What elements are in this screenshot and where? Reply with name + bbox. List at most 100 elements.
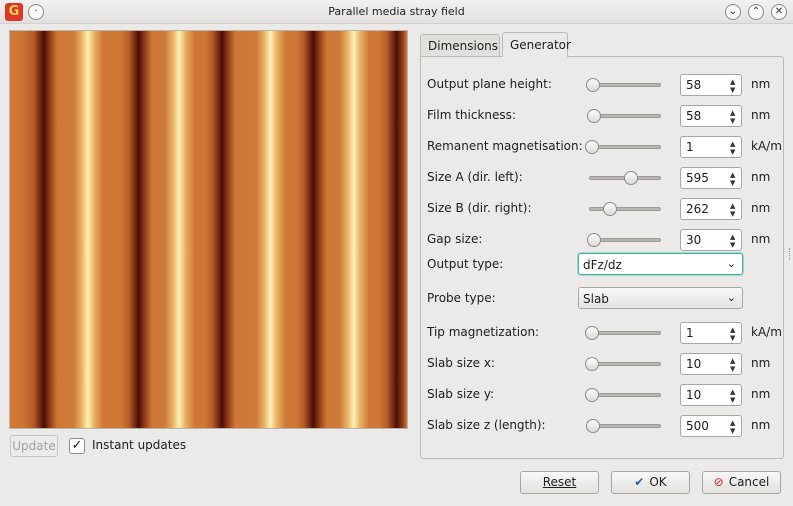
remanent-magnetisation-spinbox[interactable]: 1 ▲ ▼ (680, 136, 742, 158)
output-plane-height-value[interactable]: 58 (686, 78, 701, 92)
cancel-button[interactable]: ⊘ Cancel (702, 471, 781, 494)
remanent-magnetisation-label: Remanent magnetisation: (427, 139, 583, 153)
spin-up-icon[interactable]: ▲ (730, 171, 738, 179)
slab-size-y-slider[interactable] (589, 393, 661, 397)
spin-down-icon[interactable]: ▼ (730, 148, 738, 156)
output-type-value: dFz/dz (583, 258, 622, 272)
spin-up-icon[interactable]: ▲ (730, 357, 738, 365)
film-thickness-unit: nm (751, 108, 771, 122)
remanent-magnetisation-unit: kA/m (751, 139, 782, 153)
gap-size-label: Gap size: (427, 232, 483, 246)
tip-magnetization-spinbox[interactable]: 1 ▲ ▼ (680, 322, 742, 344)
output-plane-height-spinbox[interactable]: 58 ▲ ▼ (680, 74, 742, 96)
minimize-button[interactable]: ⌄ (725, 4, 741, 20)
slab-size-z-slider[interactable] (589, 424, 661, 428)
slab-size-x-unit: nm (751, 356, 771, 370)
remanent-magnetisation-value[interactable]: 1 (686, 140, 694, 154)
remanent-magnetisation-slider-handle[interactable] (585, 140, 599, 154)
generator-panel: Output plane height: 58 ▲ ▼ nm Film thickness… (420, 56, 784, 459)
spin-down-icon[interactable]: ▼ (730, 179, 738, 187)
tip-magnetization-label: Tip magnetization: (427, 325, 540, 339)
probe-type-value: Slab (583, 292, 609, 306)
spin-down-icon[interactable]: ▼ (730, 365, 738, 373)
spin-up-icon[interactable]: ▲ (730, 326, 738, 334)
size-a-slider-handle[interactable] (623, 171, 638, 185)
slab-size-z-value[interactable]: 500 (686, 419, 709, 433)
film-thickness-spinbox[interactable]: 58 ▲ ▼ (680, 105, 742, 127)
chevron-down-icon: ⌄ (726, 291, 736, 304)
spin-down-icon[interactable]: ▼ (730, 210, 738, 218)
preview-image (9, 30, 408, 429)
film-thickness-label: Film thickness: (427, 108, 516, 122)
tab-generator[interactable]: Generator (502, 32, 571, 57)
output-plane-height-label: Output plane height: (427, 77, 552, 91)
slab-size-y-slider-handle[interactable] (585, 388, 599, 402)
spin-down-icon[interactable]: ▼ (730, 117, 738, 125)
reset-button[interactable]: Reset (520, 471, 599, 494)
chevron-down-icon: ⌄ (726, 257, 736, 270)
slab-size-z-label: Slab size z (length): (427, 418, 546, 432)
slab-size-z-slider-handle[interactable] (585, 419, 600, 433)
window-title: Parallel media stray field (328, 5, 465, 18)
spin-up-icon[interactable]: ▲ (730, 109, 738, 117)
title-bar: G · Parallel media stray field ⌄ ⌃ ✕ (0, 0, 793, 24)
film-thickness-slider-handle[interactable] (586, 109, 601, 123)
spin-up-icon[interactable]: ▲ (730, 388, 738, 396)
size-a-value[interactable]: 595 (686, 171, 709, 185)
tip-magnetization-value[interactable]: 1 (686, 326, 694, 340)
update-button[interactable]: Update (10, 435, 58, 457)
gap-size-spinbox[interactable]: 30 ▲ ▼ (680, 229, 742, 251)
slab-size-y-spinbox[interactable]: 10 ▲ ▼ (680, 384, 742, 406)
size-b-slider-handle[interactable] (603, 202, 618, 216)
gap-size-value[interactable]: 30 (686, 233, 701, 247)
slab-size-x-spinbox[interactable]: 10 ▲ ▼ (680, 353, 742, 375)
spin-up-icon[interactable]: ▲ (730, 233, 738, 241)
gap-size-slider-handle[interactable] (586, 233, 601, 247)
instant-updates-checkbox[interactable]: ✓ (69, 438, 85, 454)
slab-size-y-label: Slab size y: (427, 387, 495, 401)
spin-down-icon[interactable]: ▼ (730, 396, 738, 404)
tab-dimensions[interactable]: Dimensions (420, 34, 500, 57)
slab-size-x-slider-handle[interactable] (585, 357, 599, 371)
size-b-unit: nm (751, 201, 771, 215)
close-button[interactable]: ✕ (771, 4, 787, 20)
spin-down-icon[interactable]: ▼ (730, 86, 738, 94)
instant-updates-label[interactable]: Instant updates (92, 438, 186, 452)
spin-up-icon[interactable]: ▲ (730, 202, 738, 210)
slab-size-z-unit: nm (751, 418, 771, 432)
close-icon: ✕ (774, 6, 784, 17)
size-a-spinbox[interactable]: 595 ▲ ▼ (680, 167, 742, 189)
cancel-icon: ⊘ (713, 475, 724, 489)
spin-up-icon[interactable]: ▲ (730, 78, 738, 86)
spin-down-icon[interactable]: ▼ (730, 427, 738, 435)
spin-up-icon[interactable]: ▲ (730, 140, 738, 148)
probe-type-select[interactable]: Slab ⌄ (578, 287, 743, 309)
maximize-button[interactable]: ⌃ (748, 4, 764, 20)
output-plane-height-unit: nm (751, 77, 771, 91)
output-type-label: Output type: (427, 257, 504, 271)
probe-type-label: Probe type: (427, 291, 496, 305)
checkmark-icon: ✓ (71, 438, 83, 453)
tip-magnetization-slider[interactable] (589, 331, 661, 335)
spin-down-icon[interactable]: ▼ (730, 334, 738, 342)
ok-button[interactable]: ✔ OK (611, 471, 690, 494)
slab-size-z-spinbox[interactable]: 500 ▲ ▼ (680, 415, 742, 437)
size-b-slider[interactable] (589, 207, 661, 211)
checkmark-icon: ✔ (634, 475, 645, 489)
resize-grip[interactable] (789, 248, 791, 260)
slab-size-x-slider[interactable] (589, 362, 661, 366)
film-thickness-value[interactable]: 58 (686, 109, 701, 123)
size-b-spinbox[interactable]: 262 ▲ ▼ (680, 198, 742, 220)
output-type-select[interactable]: dFz/dz ⌄ (578, 253, 743, 275)
size-b-value[interactable]: 262 (686, 202, 709, 216)
spin-down-icon[interactable]: ▼ (730, 241, 738, 249)
chevron-up-icon: ⌃ (751, 6, 761, 17)
size-a-label: Size A (dir. left): (427, 170, 523, 184)
tip-magnetization-slider-handle[interactable] (585, 326, 599, 340)
slab-size-x-value[interactable]: 10 (686, 357, 701, 371)
remanent-magnetisation-slider[interactable] (589, 145, 661, 149)
spin-up-icon[interactable]: ▲ (730, 419, 738, 427)
tip-magnetization-unit: kA/m (751, 325, 782, 339)
output-plane-height-slider-handle[interactable] (586, 78, 601, 92)
slab-size-y-value[interactable]: 10 (686, 388, 701, 402)
